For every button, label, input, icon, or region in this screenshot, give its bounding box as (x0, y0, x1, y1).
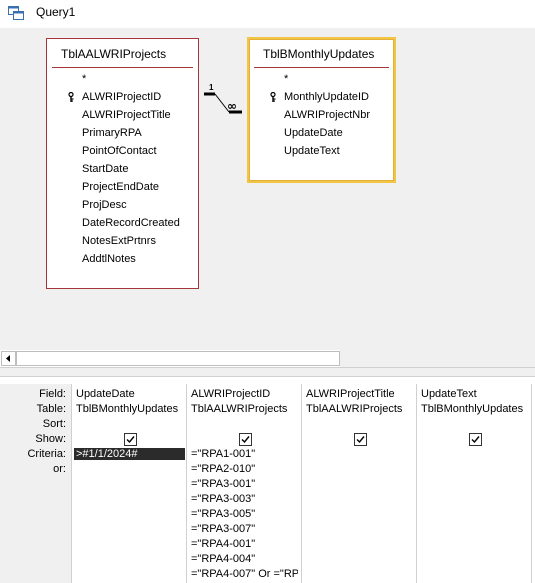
relationship-line[interactable]: 1 ∞ (0, 28, 535, 350)
show-checkbox[interactable] (239, 433, 252, 446)
show-checkbox[interactable] (124, 433, 137, 446)
row-label-criteria: Criteria: (27, 448, 66, 460)
show-checkbox[interactable] (469, 433, 482, 446)
criteria-cell[interactable]: ="RPA3-005" (191, 508, 298, 520)
checkmark-icon (471, 436, 480, 444)
table-cell[interactable]: TblBMonthlyUpdates (76, 403, 183, 415)
pane-splitter[interactable] (0, 367, 535, 377)
many-side-label: ∞ (227, 99, 237, 113)
criteria-cell[interactable]: ="RPA4-007" Or ="RP/ (191, 568, 298, 580)
criteria-cell[interactable]: ="RPA3-003" (191, 493, 298, 505)
scroll-track[interactable] (340, 350, 535, 367)
table-cell[interactable]: TblAALWRIProjects (306, 403, 413, 415)
grid-column: UpdateDate TblBMonthlyUpdates >#1/1/2024# (72, 384, 187, 583)
field-cell[interactable]: ALWRIProjectTitle (306, 388, 413, 400)
criteria-cell[interactable]: ="RPA3-007" (191, 523, 298, 535)
criteria-cell[interactable]: ="RPA1-001" (191, 448, 298, 460)
sort-cell[interactable] (191, 418, 298, 431)
checkmark-icon (356, 436, 365, 444)
criteria-cell[interactable]: ="RPA2-010" (191, 463, 298, 475)
query-design-grid: Field: Table: Sort: Show: Criteria: or: … (0, 384, 535, 583)
scroll-thumb[interactable] (16, 351, 340, 366)
checkmark-icon (241, 436, 250, 444)
row-label-sort: Sort: (42, 418, 66, 430)
query-tab[interactable]: Query1 (0, 0, 535, 28)
grid-column: UpdateText TblBMonthlyUpdates (417, 384, 532, 583)
table-cell[interactable]: TblAALWRIProjects (191, 403, 298, 415)
row-label-table: Table: (36, 403, 66, 415)
field-cell[interactable]: UpdateDate (76, 388, 183, 400)
criteria-cell[interactable]: >#1/1/2024# (74, 448, 185, 460)
row-label-or: or: (53, 463, 66, 475)
window-title: Query1 (36, 5, 76, 19)
grid-column: ALWRIProjectID TblAALWRIProjects ="RPA1-00… (187, 384, 302, 583)
design-horizontal-scrollbar[interactable] (0, 350, 535, 367)
table-cell[interactable]: TblBMonthlyUpdates (421, 403, 528, 415)
checkmark-icon (126, 436, 135, 444)
field-cell[interactable]: UpdateText (421, 388, 528, 400)
query-icon (8, 6, 24, 20)
criteria-cell[interactable]: ="RPA4-001" (191, 538, 298, 550)
row-label-show: Show: (35, 433, 66, 445)
sort-cell[interactable] (306, 418, 413, 431)
row-label-field: Field: (39, 388, 66, 400)
sort-cell[interactable] (421, 418, 528, 431)
criteria-cell[interactable]: ="RPA3-001" (191, 478, 298, 490)
table-design-pane[interactable]: TblAALWRIProjects * ALWRIProjectID ALWRIPr… (0, 28, 535, 350)
one-side-label: 1 (209, 83, 214, 92)
field-cell[interactable]: ALWRIProjectID (191, 388, 298, 400)
grid-column: ALWRIProjectTitle TblAALWRIProjects (302, 384, 417, 583)
grid-columns: UpdateDate TblBMonthlyUpdates >#1/1/2024# A… (71, 384, 535, 583)
criteria-cell[interactable]: ="RPA4-004" (191, 553, 298, 565)
show-checkbox[interactable] (354, 433, 367, 446)
arrow-left-icon (6, 355, 10, 362)
sort-cell[interactable] (76, 418, 183, 431)
scroll-left-button[interactable] (1, 351, 16, 366)
